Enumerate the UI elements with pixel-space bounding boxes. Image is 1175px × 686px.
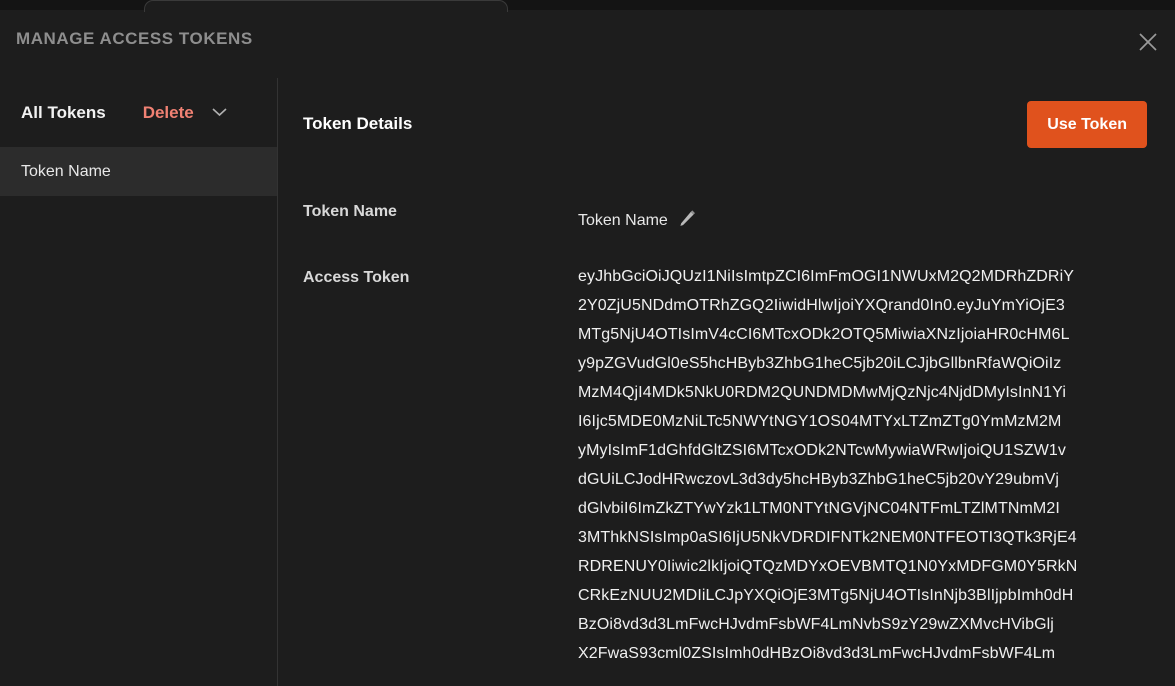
sidebar-header: All Tokens Delete: [0, 78, 277, 147]
pencil-edit-icon[interactable]: [678, 209, 697, 233]
chevron-down-icon: [211, 104, 228, 122]
access-token-line: X2FwaS93cml0ZSIsImh0dHBzOi8vd3d3LmFwcHJv…: [578, 645, 1056, 662]
access-token-line: RDRENUY0Iiwic2lkIjoiQTQzMDYxOEVBMTQ1N0Yx…: [578, 558, 1078, 575]
close-icon: [1137, 31, 1159, 53]
token-name-value-group: Token Name: [578, 209, 697, 233]
token-details-pane: Token Details Use Token Token Name Token…: [278, 78, 1175, 686]
access-token-line: y9pZGVudGl0eS5hcHByb3ZhbG1heC5jb20iLCJjb…: [578, 355, 1062, 372]
tab-edge: [144, 0, 508, 12]
access-token-line: dGlvbiI6ImZkZTYwYzk1LTM0NTYtNGVjNC04NTFm…: [578, 500, 1060, 517]
token-details-title: Token Details: [303, 114, 413, 133]
access-token-line: dGUiLCJodHRwczovL3d3dy5hcHByb3ZhbG1heC5j…: [578, 471, 1060, 488]
access-token-line: I6Ijc5MDE0MzNiLTc5NWYtNGY1OS04MTYxLTZmZT…: [578, 413, 1062, 430]
delete-dropdown[interactable]: Delete: [143, 103, 228, 123]
manage-access-tokens-modal: MANAGE ACCESS TOKENS All Tokens Delete T…: [0, 0, 1175, 686]
access-token-line: BzOi8vd3d3LmFwcHJvdmFsbWF4LmNvbS9zY29wZX…: [578, 616, 1054, 633]
access-token-label: Access Token: [303, 269, 410, 286]
all-tokens-label: All Tokens: [21, 102, 106, 122]
token-name-value: Token Name: [578, 212, 668, 229]
use-token-button[interactable]: Use Token: [1027, 101, 1147, 148]
tokens-sidebar: All Tokens Delete Token Name: [0, 78, 277, 686]
token-name-label: Token Name: [303, 203, 397, 220]
top-strip: [0, 0, 1175, 12]
access-token-line: MTg5NjU4OTIsImV4cCI6MTcxODk2OTQ5MiwiaXNz…: [578, 326, 1070, 343]
access-token-line: CRkEzNUU2MDIiLCJpYXQiOjE3MTg5NjU4OTIsInN…: [578, 587, 1074, 604]
access-token-line: MzM4QjI4MDk5NkU0RDM2QUNDMDMwMjQzNjc4NjdD…: [578, 384, 1066, 401]
access-token-line: yMyIsImF1dGhfdGltZSI6MTcxODk2NTcwMywiaWR…: [578, 442, 1067, 459]
access-token-line: eyJhbGciOiJQUzI1NiIsImtpZCI6ImFmOGI1NWUx…: [578, 268, 1075, 285]
delete-label: Delete: [142, 102, 194, 122]
access-token-line: 2Y0ZjU5NDdmOTRhZGQ2IiwidHlwIjoiYXQrand0I…: [578, 297, 1065, 314]
close-button[interactable]: [1133, 27, 1163, 57]
access-token-line: 3MThkNSIsImp0aSI6IjU5NkVDRDIFNTk2NEM0NTF…: [578, 529, 1077, 546]
list-item-label: Token Name: [21, 162, 111, 180]
access-token-value[interactable]: eyJhbGciOiJQUzI1NiIsImtpZCI6ImFmOGI1NWUx…: [578, 262, 1151, 668]
sidebar-item-token-name[interactable]: Token Name: [0, 147, 277, 196]
page-title: MANAGE ACCESS TOKENS: [16, 29, 253, 48]
